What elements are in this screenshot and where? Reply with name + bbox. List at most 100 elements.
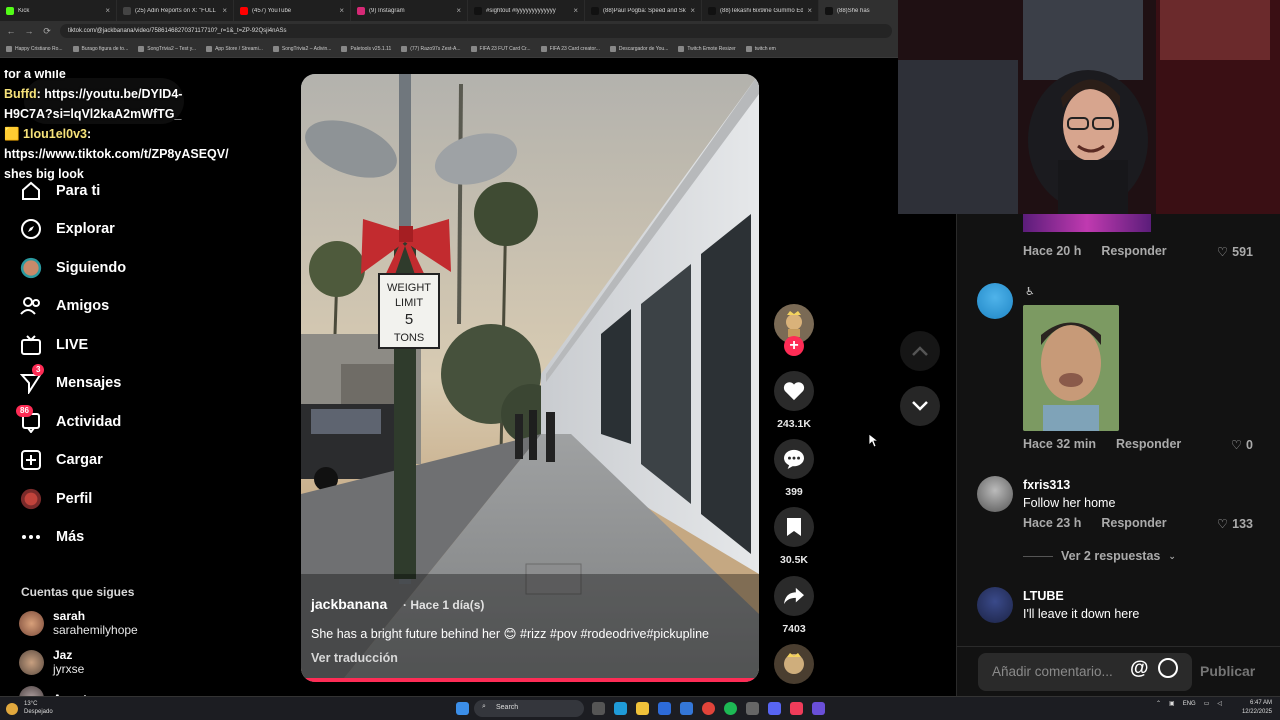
app-icon[interactable] bbox=[812, 702, 825, 715]
language-indicator[interactable]: ENG bbox=[1183, 701, 1196, 707]
following-account[interactable]: sarah sarahemilyhope bbox=[19, 609, 138, 637]
author-avatar-button[interactable]: + bbox=[774, 304, 814, 356]
bookmark-icon bbox=[540, 46, 547, 52]
next-video-button[interactable] bbox=[900, 386, 940, 426]
close-tab-icon[interactable]: × bbox=[222, 6, 227, 15]
music-icon[interactable] bbox=[790, 702, 803, 715]
avatar[interactable] bbox=[977, 476, 1013, 512]
share-action[interactable]: 7403 bbox=[774, 576, 814, 635]
comment-like-button[interactable]: ♡ 0 bbox=[1231, 437, 1253, 453]
heart-icon[interactable] bbox=[774, 371, 814, 411]
browser-tab[interactable]: #sightout #lyyyyyyyyyyyyy × bbox=[468, 0, 585, 21]
close-tab-icon[interactable]: × bbox=[339, 6, 344, 15]
comment-author[interactable]: fxris313 bbox=[1023, 478, 1070, 492]
reply-button[interactable]: Responder bbox=[1116, 437, 1181, 451]
comment-like-button[interactable]: ♡ 133 bbox=[1217, 516, 1253, 532]
following-account[interactable]: Jaz jyrxse bbox=[19, 648, 84, 676]
bookmark-item[interactable]: (77) Razo97s Zest-A... bbox=[401, 46, 461, 52]
reply-button[interactable]: Responder bbox=[1101, 244, 1166, 258]
comment-author[interactable]: LTUBE bbox=[1023, 589, 1064, 603]
weather-widget[interactable]: 13°C Despejado bbox=[24, 700, 53, 716]
browser-tab[interactable]: (25) Adin Reports on X: "FULL × bbox=[117, 0, 234, 21]
tray-app-icon[interactable]: ▣ bbox=[1169, 700, 1175, 707]
video-player[interactable]: WEIGHT LIMIT 5 TONS jackbanana · Hace 1 … bbox=[301, 74, 759, 682]
close-tab-icon[interactable]: × bbox=[690, 6, 695, 15]
sound-disc[interactable] bbox=[774, 644, 814, 684]
nav-item-label: Más bbox=[56, 529, 85, 545]
mail-icon[interactable] bbox=[680, 702, 693, 715]
edge-icon[interactable] bbox=[614, 702, 627, 715]
previous-video-button[interactable] bbox=[900, 331, 940, 371]
like-count: 243.1K bbox=[777, 418, 811, 430]
comment-icon[interactable] bbox=[774, 439, 814, 479]
bookmark-item[interactable]: Paletools v25.1.11 bbox=[341, 46, 391, 52]
translate-link[interactable]: Ver traducción bbox=[311, 651, 398, 665]
reply-button[interactable]: Responder bbox=[1101, 516, 1166, 530]
follow-plus-icon[interactable]: + bbox=[784, 336, 804, 356]
mention-at-icon[interactable]: @ bbox=[1130, 658, 1149, 680]
save-action[interactable]: 30.5K bbox=[774, 507, 814, 566]
bookmark-icon[interactable] bbox=[774, 507, 814, 547]
nav-item-perfil[interactable]: Perfil bbox=[20, 488, 92, 510]
nav-item-live[interactable]: LIVE bbox=[20, 334, 88, 356]
bookmark-item[interactable]: twitch em bbox=[745, 46, 776, 52]
close-tab-icon[interactable]: × bbox=[573, 6, 578, 15]
comment-action[interactable]: 399 bbox=[774, 439, 814, 498]
task-view-icon[interactable] bbox=[592, 702, 605, 715]
browser-tab[interactable]: (88)Paul Pogba: Speed and Ski × bbox=[585, 0, 702, 21]
close-tab-icon[interactable]: × bbox=[807, 6, 812, 15]
tray-chevron-icon[interactable]: ⌃ bbox=[1156, 700, 1161, 707]
file-explorer-icon[interactable] bbox=[636, 702, 649, 715]
volume-icon[interactable]: ◁ bbox=[1217, 700, 1222, 707]
bookmark-item[interactable]: FIFA 23 FUT Card Cr... bbox=[470, 46, 531, 52]
start-windows-icon[interactable] bbox=[456, 702, 469, 715]
avatar[interactable] bbox=[977, 283, 1013, 319]
browser-tab[interactable]: (9) Instagram × bbox=[351, 0, 468, 21]
close-tab-icon[interactable]: × bbox=[456, 6, 461, 15]
obs-icon[interactable] bbox=[746, 702, 759, 715]
share-icon[interactable] bbox=[774, 576, 814, 616]
comment-like-button[interactable]: ♡ 591 bbox=[1217, 244, 1253, 260]
bookmark-item[interactable]: Twitch Emote Resizer bbox=[678, 46, 736, 52]
avatar[interactable] bbox=[977, 587, 1013, 623]
bookmark-item[interactable]: Burago figura de to... bbox=[72, 46, 128, 52]
clock[interactable]: 6:47 AM 12/22/2025 bbox=[1238, 699, 1272, 717]
back-icon[interactable]: ← bbox=[6, 26, 16, 36]
nav-item-actividad[interactable]: 86 Actividad bbox=[16, 405, 121, 433]
weather-sun-icon[interactable] bbox=[6, 703, 18, 715]
reload-icon[interactable]: ⟳ bbox=[42, 26, 52, 37]
discord-icon[interactable] bbox=[768, 702, 781, 715]
close-tab-icon[interactable]: × bbox=[105, 6, 110, 15]
bookmark-item[interactable]: Happy Cristiano Ro... bbox=[6, 46, 63, 52]
music-disc-icon[interactable] bbox=[774, 644, 814, 684]
nav-item-amigos[interactable]: Amigos bbox=[20, 295, 109, 317]
like-action[interactable]: 243.1K bbox=[774, 371, 814, 430]
bookmark-item[interactable]: SongTrivia2 – Test y... bbox=[138, 46, 196, 52]
view-replies-button[interactable]: Ver 2 respuestas ⌄ bbox=[1023, 549, 1176, 563]
video-progress-bar[interactable] bbox=[301, 678, 759, 682]
browser-tab[interactable]: (88)Tekashi 6ix9ine Gummo Ed × bbox=[702, 0, 819, 21]
browser-tab[interactable]: (457) YouTube × bbox=[234, 0, 351, 21]
nav-item-siguiendo[interactable]: Siguiendo bbox=[20, 257, 126, 279]
bookmark-item[interactable]: Descargador de You... bbox=[609, 46, 668, 52]
spotify-icon[interactable] bbox=[724, 702, 737, 715]
bookmark-item[interactable]: App Store / Streami... bbox=[206, 46, 263, 52]
post-comment-button[interactable]: Publicar bbox=[1200, 663, 1255, 679]
video-author[interactable]: jackbanana bbox=[311, 596, 387, 612]
taskbar-search[interactable]: ⌕ Search bbox=[474, 700, 584, 717]
nav-item-explorar[interactable]: Explorar bbox=[20, 218, 115, 240]
store-icon[interactable] bbox=[658, 702, 671, 715]
bookmark-item[interactable]: FIFA 23 Card creator... bbox=[540, 46, 600, 52]
browser-tab[interactable]: (88)She has× bbox=[819, 0, 898, 21]
chrome-icon[interactable] bbox=[702, 702, 715, 715]
url-field[interactable]: tiktok.com/@jackbanana/video/75861468270… bbox=[60, 24, 892, 38]
nav-item-m-s[interactable]: Más bbox=[20, 526, 84, 548]
nav-item-cargar[interactable]: Cargar bbox=[20, 449, 103, 471]
forward-icon[interactable]: → bbox=[24, 26, 34, 36]
network-icon[interactable]: ▭ bbox=[1204, 700, 1210, 707]
emoji-icon[interactable] bbox=[1158, 658, 1178, 678]
browser-tab[interactable]: Kick × bbox=[0, 0, 117, 21]
bookmark-item[interactable]: SongTrivia2 – Adivin... bbox=[272, 46, 331, 52]
nav-item-mensajes[interactable]: 3 Mensajes bbox=[20, 364, 121, 394]
bookmark-label: twitch em bbox=[754, 46, 776, 52]
